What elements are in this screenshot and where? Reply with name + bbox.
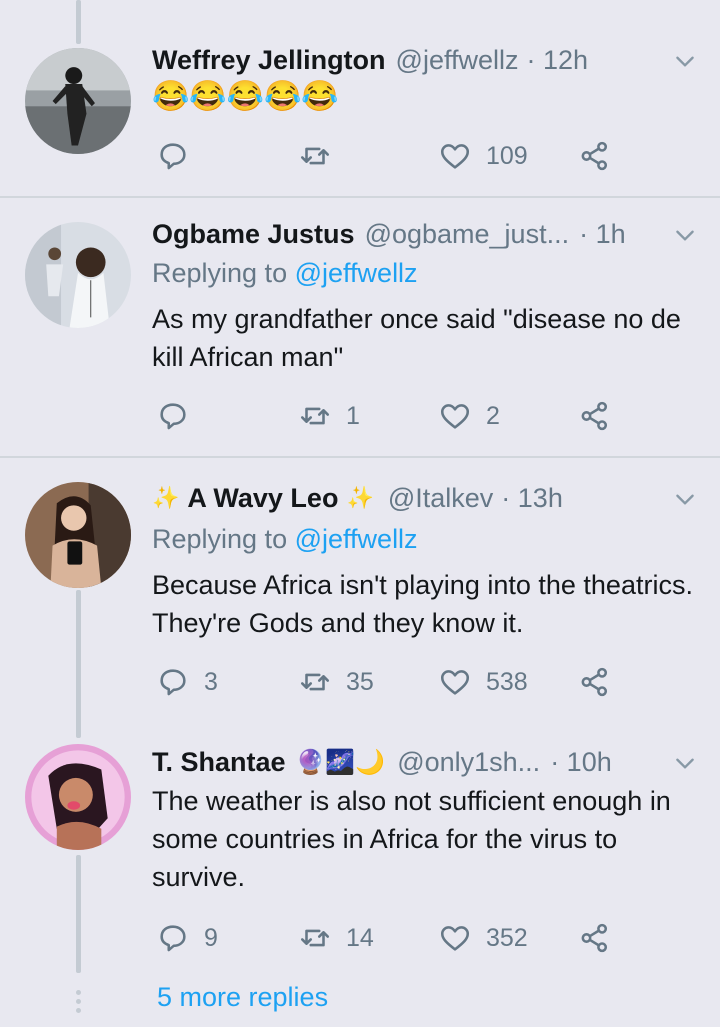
retweet-icon <box>300 147 330 165</box>
like-count: 2 <box>486 401 500 430</box>
retweet-icon <box>300 673 330 691</box>
replying-to: Replying to @jeffwellz <box>152 258 418 289</box>
thread-dots <box>76 990 81 1017</box>
tweet-text: As my grandfather once said "disease no … <box>152 304 681 372</box>
reply-icon <box>160 925 186 952</box>
avatar[interactable] <box>25 48 131 154</box>
retweet-icon <box>300 929 330 947</box>
retweet-count: 35 <box>346 667 374 696</box>
like-icon <box>440 926 470 951</box>
replying-to-mention[interactable]: @jeffwellz <box>295 524 418 554</box>
replying-to-mention[interactable]: @jeffwellz <box>295 258 418 288</box>
retweet-button[interactable] <box>298 134 346 178</box>
sparkle-emoji: ✨ <box>152 485 180 510</box>
like-button[interactable]: 2 <box>438 394 500 438</box>
like-button[interactable]: 352 <box>438 916 528 960</box>
share-icon <box>581 667 608 697</box>
like-button[interactable]: 538 <box>438 660 528 704</box>
chevron-down-icon[interactable] <box>672 486 698 512</box>
tweet-actions: 1 2 <box>152 394 632 438</box>
name-emojis: 🔮🌌🌙 <box>295 748 386 776</box>
tweet-wavy-leo[interactable]: ✨ A Wavy Leo ✨ @Italkev · 13h Replying t… <box>0 458 720 718</box>
like-icon <box>440 670 470 695</box>
avatar-image <box>25 222 131 328</box>
tweet-text: 😂😂😂😂😂 <box>152 80 339 113</box>
tweet-ogbame[interactable]: Ogbame Justus @ogbame_just... · 1h Reply… <box>0 198 720 456</box>
timestamp[interactable]: · 1h <box>579 219 626 250</box>
reply-button[interactable]: 3 <box>156 660 218 704</box>
share-button[interactable] <box>578 134 612 178</box>
reply-button[interactable] <box>156 134 204 178</box>
retweet-icon <box>300 407 330 425</box>
share-icon <box>581 923 608 953</box>
retweet-button[interactable]: 35 <box>298 660 374 704</box>
tweet-text: Because Africa isn't playing into the th… <box>152 570 693 638</box>
tweet-weffrey[interactable]: Weffrey Jellington @jeffwellz · 12h 😂😂😂😂… <box>0 0 720 196</box>
share-button[interactable] <box>578 916 612 960</box>
reply-icon <box>160 143 186 170</box>
timestamp[interactable]: · 12h <box>527 45 589 76</box>
reply-count: 3 <box>204 667 218 696</box>
timestamp[interactable]: · 10h <box>550 747 612 778</box>
user-handle[interactable]: @jeffwellz <box>396 45 519 76</box>
reply-icon <box>160 669 186 696</box>
tweet-header: Weffrey Jellington @jeffwellz · 12h <box>152 42 700 78</box>
display-name[interactable]: A Wavy Leo <box>187 483 338 514</box>
like-icon <box>440 404 470 429</box>
share-button[interactable] <box>578 394 612 438</box>
avatar-image <box>25 744 131 850</box>
chevron-down-icon[interactable] <box>672 750 698 776</box>
share-icon <box>581 141 608 171</box>
avatar[interactable] <box>25 744 131 850</box>
retweet-button[interactable]: 1 <box>298 394 360 438</box>
retweet-button[interactable]: 14 <box>298 916 374 960</box>
tweet-header: Ogbame Justus @ogbame_just... · 1h <box>152 216 700 252</box>
timestamp[interactable]: · 13h <box>501 483 563 514</box>
display-name[interactable]: Ogbame Justus <box>152 219 355 250</box>
reply-icon <box>160 403 186 430</box>
share-button[interactable] <box>578 660 612 704</box>
user-handle[interactable]: @Italkev <box>388 483 493 514</box>
chevron-down-icon[interactable] <box>672 48 698 74</box>
tweet-header: ✨ A Wavy Leo ✨ @Italkev · 13h <box>152 480 700 516</box>
replying-to: Replying to @jeffwellz <box>152 524 418 555</box>
sparkle-emoji: ✨ <box>346 485 374 510</box>
chevron-down-icon[interactable] <box>672 222 698 248</box>
retweet-count: 14 <box>346 923 374 952</box>
user-handle[interactable]: @only1sh... <box>397 747 540 778</box>
display-name[interactable]: Weffrey Jellington <box>152 45 386 76</box>
tweet-actions: 109 <box>152 134 632 178</box>
reply-count: 9 <box>204 923 218 952</box>
user-handle[interactable]: @ogbame_just... <box>365 219 570 250</box>
avatar[interactable] <box>25 482 131 588</box>
tweet-text: The weather is also not sufficient enoug… <box>152 786 671 892</box>
like-icon <box>440 144 470 169</box>
avatar[interactable] <box>25 222 131 328</box>
share-icon <box>581 401 608 431</box>
avatar-image <box>25 482 131 588</box>
more-replies-link[interactable]: 5 more replies <box>157 982 328 1013</box>
replying-to-label: Replying to <box>152 258 288 288</box>
tweet-actions: 3 35 538 <box>152 660 632 704</box>
display-name[interactable]: T. Shantae <box>152 747 286 778</box>
avatar-image <box>25 48 131 154</box>
retweet-count: 1 <box>346 401 360 430</box>
like-button[interactable]: 109 <box>438 134 528 178</box>
reply-button[interactable] <box>156 394 204 438</box>
tweet-header: T. Shantae 🔮🌌🌙 @only1sh... · 10h <box>152 744 700 780</box>
like-count: 352 <box>486 923 528 952</box>
replying-to-label: Replying to <box>152 524 288 554</box>
like-count: 538 <box>486 667 528 696</box>
tweet-actions: 9 14 352 <box>152 916 632 960</box>
like-count: 109 <box>486 141 528 170</box>
tweet-shantae[interactable]: T. Shantae 🔮🌌🌙 @only1sh... · 10h The wea… <box>0 720 720 970</box>
reply-button[interactable]: 9 <box>156 916 218 960</box>
